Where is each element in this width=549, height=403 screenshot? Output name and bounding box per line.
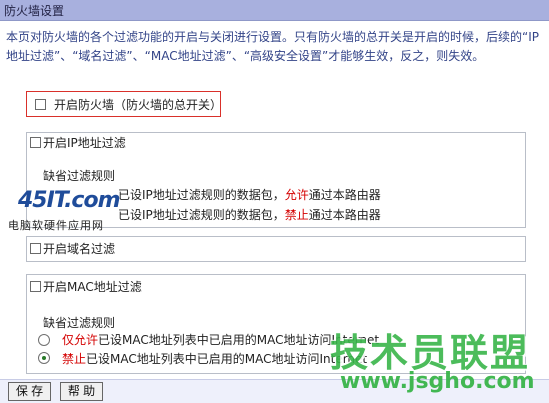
watermark-jsgho-url: www.jsgho.com — [340, 369, 535, 394]
mac-filter-label: 开启MAC地址过滤 — [43, 280, 142, 294]
page-title: 防火墙设置 — [4, 4, 65, 18]
help-button[interactable]: 帮 助 — [60, 382, 103, 401]
save-button[interactable]: 保 存 — [8, 382, 51, 401]
ip-rule-allow-action: 允许 — [284, 188, 309, 202]
title-bar: 防火墙设置 — [0, 0, 549, 21]
ip-filter-checkbox[interactable] — [30, 137, 41, 148]
watermark-45it-logo: 45IT.com 电脑软硬件应用网 — [4, 188, 122, 236]
mac-filter-checkbox[interactable] — [30, 281, 41, 292]
ip-rule-allow[interactable]: 已设IP地址过滤规则的数据包，允许通过本路由器 — [118, 186, 381, 203]
ip-filter-label: 开启IP地址过滤 — [43, 136, 126, 150]
mac-rule-deny-radio[interactable] — [38, 352, 50, 364]
ip-rule-deny-suffix: 通过本路由器 — [308, 208, 381, 222]
watermark-45it-subtitle: 电脑软硬件应用网 — [8, 219, 104, 232]
ip-rule-allow-suffix: 通过本路由器 — [308, 188, 381, 202]
mac-rule-deny-action: 禁止 — [62, 352, 87, 366]
mac-rule-allow-action: 仅允许 — [62, 333, 99, 347]
ip-rule-deny[interactable]: 已设IP地址过滤规则的数据包，禁止通过本路由器 — [118, 206, 381, 223]
watermark-45it-text: 45IT.com — [18, 188, 121, 213]
firewall-label: 开启防火墙（防火墙的总开关） — [54, 98, 223, 112]
mac-rule-allow-radio[interactable] — [38, 334, 50, 346]
domain-filter-checkbox[interactable] — [30, 243, 41, 254]
mac-rule-deny-text: 已设MAC地址列表中已启用的MAC地址访问Internet — [86, 352, 368, 366]
intro-text: 本页对防火墙的各个过滤功能的开启与关闭进行设置。只有防火墙的总开关是开启的时候，… — [6, 30, 539, 63]
mac-default-rule-title: 缺省过滤规则 — [43, 316, 116, 330]
ip-rule-deny-prefix: 已设IP地址过滤规则的数据包， — [118, 208, 285, 222]
ip-rule-deny-action: 禁止 — [284, 208, 309, 222]
ip-default-rule-title: 缺省过滤规则 — [43, 169, 116, 183]
ip-rule-allow-prefix: 已设IP地址过滤规则的数据包， — [118, 188, 285, 202]
mac-rule-deny: 禁止已设MAC地址列表中已启用的MAC地址访问Internet — [62, 350, 367, 367]
firewall-checkbox[interactable] — [35, 99, 46, 110]
domain-filter-label: 开启域名过滤 — [43, 242, 116, 256]
